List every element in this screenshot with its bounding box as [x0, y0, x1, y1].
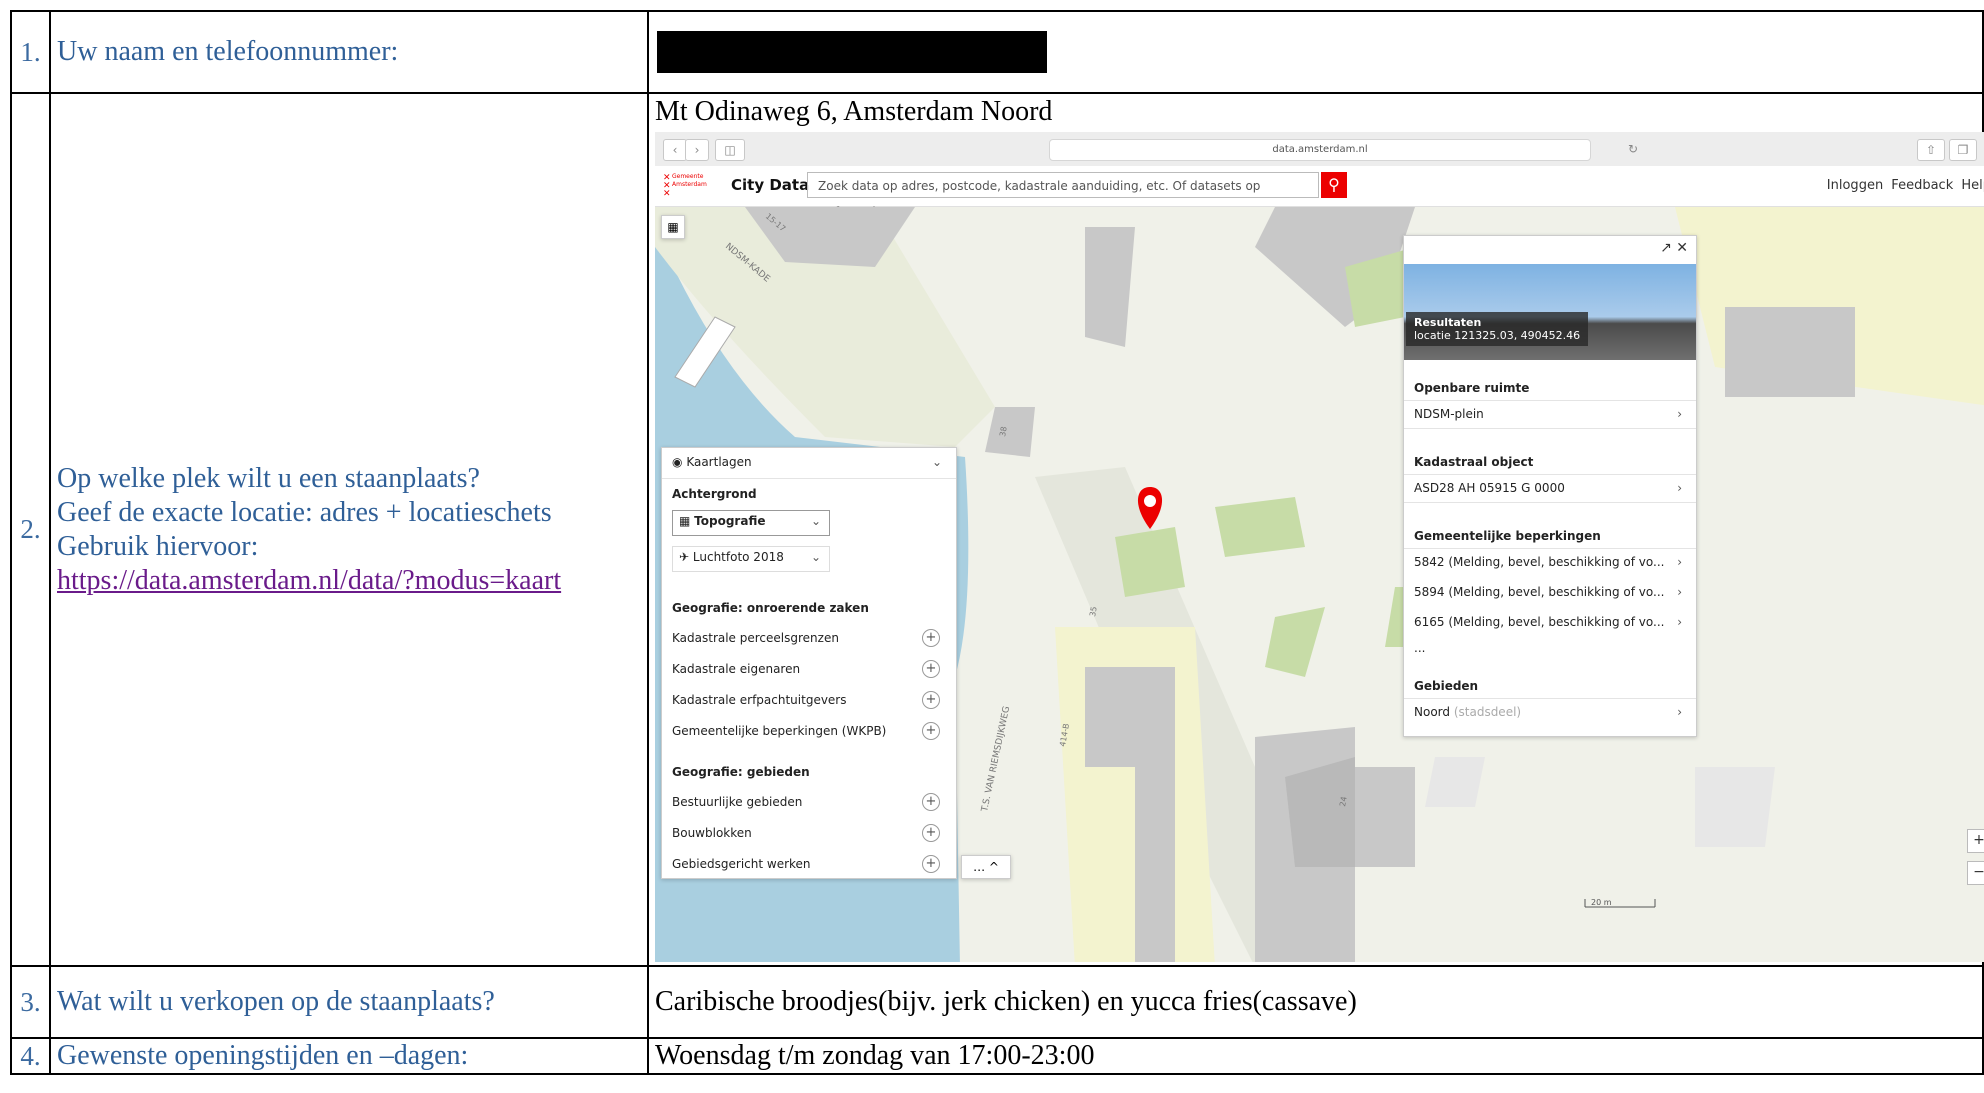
more-toggle: … ^	[961, 855, 1011, 879]
bg-select-secondary: ✈ Luchtfoto 2018 ⌄	[672, 546, 830, 572]
layer-item: Kadastrale perceelsgrenzen +	[672, 628, 946, 648]
layers-title: Kaartlagen	[686, 455, 752, 469]
map-label: 35	[1088, 606, 1099, 618]
chevron-down-icon: ⌄	[931, 455, 942, 469]
form-row-4: 4. Gewenste openingstijden en –dagen: Wo…	[10, 1037, 1984, 1075]
answer-products: Caribische broodjes(bijv. jerk chicken) …	[647, 965, 1984, 1039]
result-heading: Openbare ruimte	[1414, 381, 1530, 395]
background-heading: Achtergrond	[672, 487, 757, 501]
url-bar: data.amsterdam.nl	[1049, 139, 1591, 161]
plus-icon: +	[922, 691, 940, 709]
section-heading: Geografie: gebieden	[672, 765, 810, 779]
form-row-2: 2. Op welke plek wilt u een staanplaats?…	[10, 92, 1984, 967]
form-row-1: 1. Uw naam en telefoonnummer:	[10, 10, 1984, 94]
plus-icon: +	[922, 629, 940, 647]
result-item: 5842 (Melding, bevel, beschikking of vo.…	[1414, 555, 1682, 569]
row-number: 4.	[10, 1037, 51, 1075]
layers-panel: ◉ Kaartlagen ⌄ Achtergrond ▦ Topografie …	[661, 447, 957, 879]
app-header: ✕ ✕ ✕ Gemeente Amsterdam City Data Zoek dat…	[655, 166, 1984, 219]
close-icon: ↗ ✕	[1660, 240, 1688, 256]
answer-hours: Woensdag t/m zondag van 17:00-23:00	[647, 1037, 1984, 1075]
question-line: Gebruik hiervoor:	[57, 530, 259, 562]
plus-icon: +	[922, 722, 940, 740]
back-icon: ‹	[663, 139, 687, 161]
results-panel: ↗ ✕ Resultaten locatie 121325.03, 490452…	[1403, 235, 1697, 737]
address-text: Mt Odinaweg 6, Amsterdam Noord	[655, 96, 1053, 127]
layer-item: Kadastrale erfpachtuitgevers +	[672, 690, 946, 710]
tabs-icon: ❐	[1949, 139, 1977, 161]
form-row-3: 3. Wat wilt u verkopen op de staanplaats…	[10, 965, 1984, 1039]
layer-item: Kadastrale eigenaren +	[672, 659, 946, 679]
street-photo: Resultaten locatie 121325.03, 490452.46	[1404, 264, 1696, 360]
scale-label: 20 m	[1591, 898, 1612, 907]
result-item: NDSM-plein ›	[1414, 407, 1682, 421]
zoom-out-icon: −	[1967, 861, 1984, 885]
result-heading: Gemeentelijke beperkingen	[1414, 529, 1601, 543]
building-shape	[1695, 767, 1775, 847]
green-shape	[1115, 527, 1185, 597]
logo-text: Gemeente Amsterdam	[672, 173, 707, 188]
reload-icon: ↻	[1627, 142, 1639, 156]
question-name-phone: Uw naam en telefoonnummer:	[49, 10, 649, 94]
result-item: 5894 (Melding, bevel, beschikking of vo.…	[1414, 585, 1682, 599]
result-item: Noord (stadsdeel) ›	[1414, 705, 1682, 719]
map-link[interactable]: https://data.amsterdam.nl/data/?modus=ka…	[57, 565, 561, 596]
bg-select-primary: ▦ Topografie ⌄	[672, 510, 830, 536]
question-line: Op welke plek wilt u een staanplaats?	[57, 462, 480, 494]
chevron-down-icon: ⌄	[810, 514, 821, 528]
share-icon: ⇧	[1917, 139, 1945, 161]
question-location: Op welke plek wilt u een staanplaats? Ge…	[49, 92, 649, 967]
map-label: 38	[998, 426, 1009, 438]
search-icon: ⚲	[1321, 172, 1347, 198]
map-icon: ▦	[679, 514, 691, 528]
search-input: Zoek data op adres, postcode, kadastrale…	[807, 172, 1319, 219]
fullscreen-icon: ▦	[661, 215, 685, 239]
result-more: ...	[1414, 641, 1426, 655]
application-form: 1. Uw naam en telefoonnummer: 2. Op welk…	[10, 10, 1984, 1075]
map-label: 24	[1338, 796, 1349, 808]
plus-icon: +	[922, 793, 940, 811]
row-number: 2.	[10, 92, 51, 967]
plus-icon: +	[922, 855, 940, 873]
redaction-block	[657, 31, 1047, 73]
forward-icon: ›	[685, 139, 709, 161]
result-heading: Gebieden	[1414, 679, 1479, 693]
result-item: 6165 (Melding, bevel, beschikking of vo.…	[1414, 615, 1682, 629]
building-shape	[1725, 307, 1855, 397]
plus-icon: +	[922, 660, 940, 678]
section-heading: Geografie: onroerende zaken	[672, 601, 869, 615]
layer-item: Gebiedsgericht werken +	[672, 854, 946, 874]
header-links: Inloggen Feedback Help	[1826, 178, 1984, 193]
layer-item: Gemeentelijke beperkingen (WKPB) +	[672, 721, 946, 741]
zoom-in-icon: +	[1967, 829, 1984, 853]
result-heading: Kadastraal object	[1414, 455, 1534, 469]
sidebar-icon: ◫	[715, 139, 745, 161]
layers-header: ◉ Kaartlagen ⌄	[672, 452, 946, 472]
row-number: 3.	[10, 965, 51, 1039]
answer-location: Mt Odinaweg 6, Amsterdam Noord ‹ › ◫ dat…	[647, 92, 1984, 967]
question-products: Wat wilt u verkopen op de staanplaats?	[49, 965, 649, 1039]
plus-icon: +	[922, 824, 940, 842]
row-number: 1.	[10, 10, 51, 94]
result-item: ASD28 AH 05915 G 0000 ›	[1414, 481, 1682, 495]
app-name: City Data	[731, 176, 810, 194]
plane-icon: ✈	[679, 550, 690, 564]
chevron-down-icon: ⌄	[810, 550, 821, 564]
building-shape	[1425, 757, 1485, 807]
building-shape	[1135, 717, 1175, 962]
question-line: Geef de exacte locatie: adres + locaties…	[57, 496, 552, 528]
map-screenshot: ‹ › ◫ data.amsterdam.nl ↻ ⇧ ❐ ✕ ✕ ✕ Gemeen…	[655, 132, 1984, 962]
question-hours: Gewenste openingstijden en –dagen:	[49, 1037, 649, 1075]
answer-name-phone	[647, 10, 1984, 94]
layer-item: Bouwblokken +	[672, 823, 946, 843]
building-shape	[1355, 767, 1415, 867]
map-canvas: NDSM-KADE 15-17 T.S. VAN RIEMSDIJKWEG 41…	[655, 207, 1984, 962]
green-shape	[1215, 497, 1305, 557]
layers-icon: ◉	[672, 455, 683, 469]
amsterdam-logo-icon: ✕ ✕ ✕	[663, 173, 671, 199]
layer-item: Bestuurlijke gebieden +	[672, 792, 946, 812]
browser-toolbar: ‹ › ◫ data.amsterdam.nl ↻ ⇧ ❐	[655, 132, 1984, 167]
photo-caption: Resultaten locatie 121325.03, 490452.46	[1406, 312, 1589, 346]
